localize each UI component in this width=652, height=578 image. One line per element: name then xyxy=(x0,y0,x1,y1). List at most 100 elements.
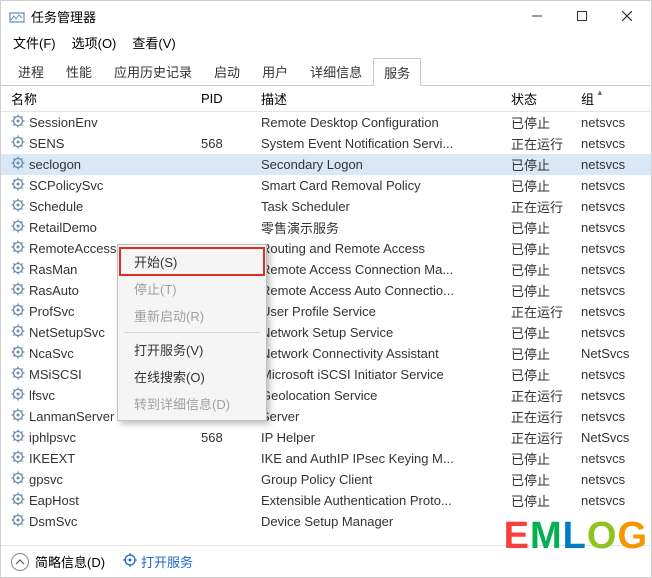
tab-性能[interactable]: 性能 xyxy=(55,57,103,85)
service-desc: Microsoft iSCSI Initiator Service xyxy=(261,367,511,382)
service-name: lfsvc xyxy=(29,388,55,403)
task-manager-window: 任务管理器 文件(F) 选项(O) 查看(V) 进程性能应用历史记录启动用户详细… xyxy=(0,0,652,578)
tab-进程[interactable]: 进程 xyxy=(7,57,55,85)
titlebar[interactable]: 任务管理器 xyxy=(1,1,651,31)
service-rows[interactable]: SessionEnvRemote Desktop Configuration已停… xyxy=(1,112,651,545)
table-row[interactable]: seclogonSecondary Logon已停止netsvcs xyxy=(1,154,651,175)
table-row[interactable]: IKEEXTIKE and AuthIP IPsec Keying M...已停… xyxy=(1,448,651,469)
table-row[interactable]: NetSetupSvcNetwork Setup Service已停止netsv… xyxy=(1,322,651,343)
service-desc: Secondary Logon xyxy=(261,157,511,172)
close-button[interactable] xyxy=(604,1,649,31)
table-row[interactable]: gpsvcGroup Policy Client已停止netsvcs xyxy=(1,469,651,490)
tab-服务[interactable]: 服务 xyxy=(373,58,421,86)
service-name: EapHost xyxy=(29,493,79,508)
window-title: 任务管理器 xyxy=(31,7,514,26)
table-row[interactable]: EapHostExtensible Authentication Proto..… xyxy=(1,490,651,511)
service-name: RetailDemo xyxy=(29,220,97,235)
table-row[interactable]: SENS 568System Event Notification Servi..… xyxy=(1,133,651,154)
open-services-link[interactable]: 打开服务 xyxy=(123,552,193,571)
service-name: SENS xyxy=(29,136,64,151)
table-row[interactable]: iphlpsvc568IP Helper正在运行NetSvcs xyxy=(1,427,651,448)
table-row[interactable]: ProfSvc568User Profile Service正在运行netsvc… xyxy=(1,301,651,322)
services-icon xyxy=(123,553,137,570)
minimize-button[interactable] xyxy=(514,1,559,31)
gear-icon xyxy=(11,261,25,278)
service-name: MSiSCSI xyxy=(29,367,82,382)
service-status: 正在运行 xyxy=(511,428,581,447)
tab-详细信息[interactable]: 详细信息 xyxy=(299,57,373,85)
service-group: netsvcs xyxy=(581,199,651,214)
service-group: NetSvcs xyxy=(581,346,651,361)
context-menu: 开始(S) 停止(T) 重新启动(R) 打开服务(V) 在线搜索(O) 转到详细… xyxy=(117,244,267,421)
service-desc: Network Setup Service xyxy=(261,325,511,340)
service-desc: Device Setup Manager xyxy=(261,514,511,529)
services-list-area: 名称 PID 描述 状态 组 ▴ SessionEnvRemote Deskto… xyxy=(1,86,651,545)
service-desc: Remote Access Connection Ma... xyxy=(261,262,511,277)
service-desc: Task Scheduler xyxy=(261,199,511,214)
tab-启动[interactable]: 启动 xyxy=(203,57,251,85)
service-status: 正在运行 xyxy=(511,134,581,153)
service-pid: 568 xyxy=(201,136,261,151)
service-group: netsvcs xyxy=(581,304,651,319)
service-desc: Group Policy Client xyxy=(261,472,511,487)
ctx-open-services[interactable]: 打开服务(V) xyxy=(120,336,264,363)
service-status: 已停止 xyxy=(511,365,581,384)
fewer-details-toggle[interactable]: 简略信息(D) xyxy=(11,552,105,571)
menu-view[interactable]: 查看(V) xyxy=(126,31,181,54)
table-row[interactable]: LanmanServer568Server正在运行netsvcs xyxy=(1,406,651,427)
gear-icon xyxy=(11,114,25,131)
table-row[interactable]: RasManRemote Access Connection Ma...已停止n… xyxy=(1,259,651,280)
service-group: netsvcs xyxy=(581,472,651,487)
service-group: netsvcs xyxy=(581,283,651,298)
service-status: 已停止 xyxy=(511,470,581,489)
gear-icon xyxy=(11,366,25,383)
sort-arrow-icon: ▴ xyxy=(598,87,603,98)
table-row[interactable]: SCPolicySvcSmart Card Removal Policy已停止n… xyxy=(1,175,651,196)
tab-strip: 进程性能应用历史记录启动用户详细信息服务 xyxy=(1,53,651,86)
header-name[interactable]: 名称 xyxy=(1,89,201,108)
service-desc: IP Helper xyxy=(261,430,511,445)
header-pid[interactable]: PID xyxy=(201,91,261,106)
service-group: netsvcs xyxy=(581,325,651,340)
service-group: netsvcs xyxy=(581,157,651,172)
service-group: netsvcs xyxy=(581,262,651,277)
table-row[interactable]: lfsvc568Geolocation Service正在运行netsvcs xyxy=(1,385,651,406)
service-group: netsvcs xyxy=(581,367,651,382)
table-row[interactable]: MSiSCSI Microsoft iSCSI Initiator Service… xyxy=(1,364,651,385)
header-group[interactable]: 组 ▴ xyxy=(581,89,635,108)
service-status: 已停止 xyxy=(511,239,581,258)
service-group: netsvcs xyxy=(581,451,651,466)
service-desc: Smart Card Removal Policy xyxy=(261,178,511,193)
ctx-search-online[interactable]: 在线搜索(O) xyxy=(120,363,264,390)
header-desc[interactable]: 描述 xyxy=(261,89,511,108)
column-headers[interactable]: 名称 PID 描述 状态 组 ▴ xyxy=(1,86,651,112)
service-desc: Remote Desktop Configuration xyxy=(261,115,511,130)
ctx-start[interactable]: 开始(S) xyxy=(120,248,264,275)
table-row[interactable]: RasAutoRemote Access Auto Connectio...已停… xyxy=(1,280,651,301)
gear-icon xyxy=(11,513,25,530)
header-status[interactable]: 状态 xyxy=(511,89,581,108)
service-name: DsmSvc xyxy=(29,514,77,529)
table-row[interactable]: ScheduleTask Scheduler正在运行netsvcs xyxy=(1,196,651,217)
service-pid: 568 xyxy=(201,430,261,445)
table-row[interactable]: RetailDemo零售演示服务已停止netsvcs xyxy=(1,217,651,238)
service-group: netsvcs xyxy=(581,493,651,508)
gear-icon xyxy=(11,408,25,425)
table-row[interactable]: RemoteAccessRouting and Remote Access已停止… xyxy=(1,238,651,259)
tab-应用历史记录[interactable]: 应用历史记录 xyxy=(103,57,203,85)
service-status: 已停止 xyxy=(511,281,581,300)
service-desc: System Event Notification Servi... xyxy=(261,136,511,151)
maximize-button[interactable] xyxy=(559,1,604,31)
service-name: RemoteAccess xyxy=(29,241,116,256)
tab-用户[interactable]: 用户 xyxy=(251,57,299,85)
gear-icon xyxy=(11,240,25,257)
gear-icon xyxy=(11,177,25,194)
service-status: 正在运行 xyxy=(511,197,581,216)
menu-options[interactable]: 选项(O) xyxy=(66,31,123,54)
service-status: 正在运行 xyxy=(511,386,581,405)
menu-file[interactable]: 文件(F) xyxy=(7,31,62,54)
table-row[interactable]: SessionEnvRemote Desktop Configuration已停… xyxy=(1,112,651,133)
service-name: RasMan xyxy=(29,262,77,277)
table-row[interactable]: NcaSvcNetwork Connectivity Assistant已停止N… xyxy=(1,343,651,364)
gear-icon xyxy=(11,135,25,152)
